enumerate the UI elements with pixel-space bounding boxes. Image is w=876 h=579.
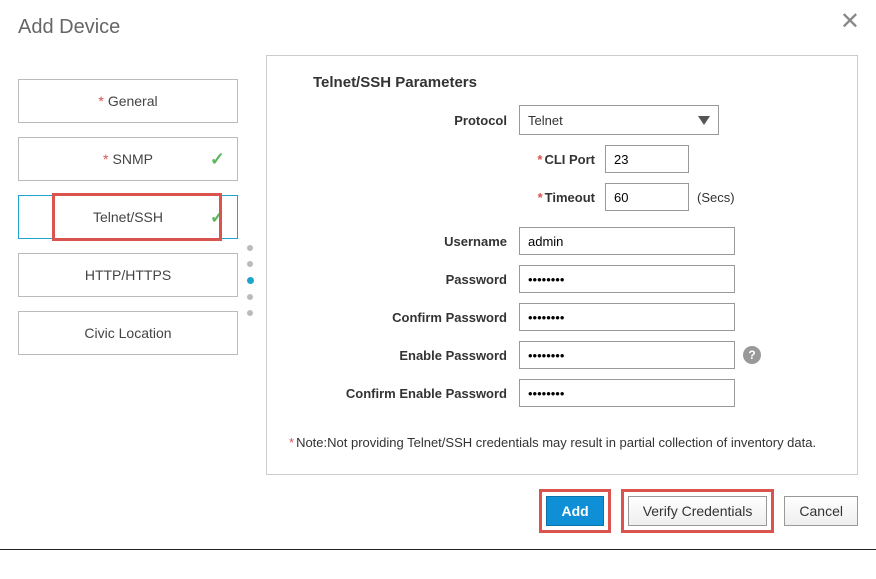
nav-item-general[interactable]: * General	[18, 79, 238, 123]
confirm-enable-password-label: Confirm Enable Password	[289, 386, 519, 401]
enable-password-input[interactable]	[519, 341, 735, 369]
nav-label: Telnet/SSH	[93, 209, 163, 225]
confirm-password-input[interactable]	[519, 303, 735, 331]
close-icon[interactable]: ✕	[840, 10, 860, 34]
nav-label: SNMP	[113, 151, 153, 167]
nav-item-http-https[interactable]: HTTP/HTTPS	[18, 253, 238, 297]
dialog-title: Add Device	[18, 16, 858, 39]
add-device-dialog: ✕ Add Device * General * SNMP ✓ Telnet/S…	[0, 0, 876, 550]
username-input[interactable]	[519, 227, 735, 255]
help-icon[interactable]: ?	[743, 346, 761, 364]
highlight-frame: Verify Credentials	[621, 489, 775, 533]
password-label: Password	[289, 272, 519, 287]
step-dots	[238, 55, 262, 316]
protocol-value: Telnet	[528, 113, 563, 128]
required-marker: *	[103, 151, 108, 167]
username-label: Username	[289, 234, 519, 249]
timeout-input[interactable]	[605, 183, 689, 211]
nav-item-snmp[interactable]: * SNMP ✓	[18, 137, 238, 181]
nav-label: HTTP/HTTPS	[85, 267, 171, 283]
enable-password-label: Enable Password	[289, 348, 519, 363]
step-dot	[247, 310, 253, 316]
telnet-ssh-panel: Telnet/SSH Parameters Protocol Telnet *C…	[266, 55, 858, 475]
panel-title: Telnet/SSH Parameters	[313, 74, 835, 91]
check-icon: ✓	[210, 207, 225, 228]
cli-port-label: *CLI Port	[519, 152, 605, 167]
confirm-enable-password-input[interactable]	[519, 379, 735, 407]
highlight-frame: Add	[539, 489, 610, 533]
verify-credentials-button[interactable]: Verify Credentials	[628, 496, 768, 526]
step-dot	[247, 261, 253, 267]
step-dot	[247, 245, 253, 251]
protocol-label: Protocol	[289, 113, 519, 128]
confirm-password-label: Confirm Password	[289, 310, 519, 325]
cancel-button[interactable]: Cancel	[784, 496, 858, 526]
password-input[interactable]	[519, 265, 735, 293]
nav-item-civic-location[interactable]: Civic Location	[18, 311, 238, 355]
cli-port-input[interactable]	[605, 145, 689, 173]
nav-label: General	[108, 93, 158, 109]
add-button[interactable]: Add	[546, 496, 603, 526]
nav-label: Civic Location	[84, 325, 171, 341]
protocol-select[interactable]: Telnet	[519, 105, 719, 135]
required-marker: *	[98, 93, 103, 109]
chevron-down-icon	[698, 116, 710, 125]
timeout-label: *Timeout	[519, 190, 605, 205]
wizard-nav: * General * SNMP ✓ Telnet/SSH ✓ HTTP/HTT…	[18, 55, 238, 369]
step-dot	[247, 294, 253, 300]
nav-item-telnet-ssh[interactable]: Telnet/SSH ✓	[18, 195, 238, 239]
step-dot-active	[247, 277, 254, 284]
note-text: *Note:Not providing Telnet/SSH credentia…	[289, 435, 835, 450]
check-icon: ✓	[210, 149, 225, 170]
timeout-unit: (Secs)	[697, 190, 735, 205]
dialog-footer: Add Verify Credentials Cancel	[18, 489, 858, 533]
